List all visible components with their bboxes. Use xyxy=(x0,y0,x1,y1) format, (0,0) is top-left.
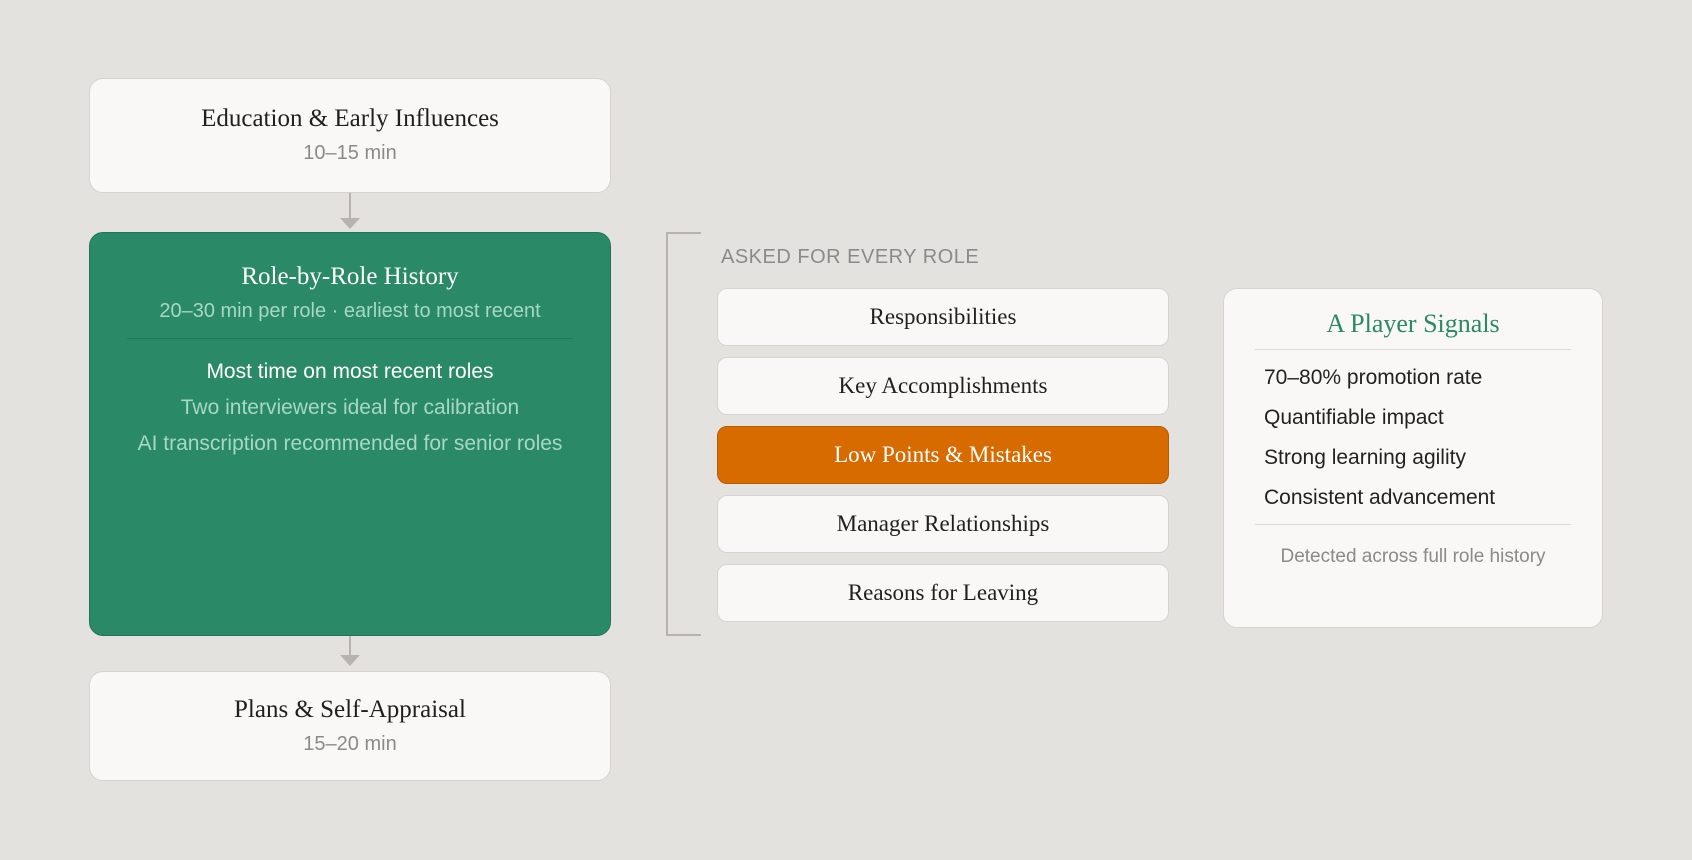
question-reasons-for-leaving: Reasons for Leaving xyxy=(717,564,1169,622)
question-key-accomplishments: Key Accomplishments xyxy=(717,357,1169,415)
signals-list: 70–80% promotion rate Quantifiable impac… xyxy=(1224,364,1602,511)
role-note: Two interviewers ideal for calibration xyxy=(180,396,520,419)
signal-item: 70–80% promotion rate xyxy=(1264,366,1483,389)
arrow-down-icon xyxy=(340,218,360,229)
divider xyxy=(1255,524,1571,525)
divider xyxy=(127,338,573,339)
stage-role-history-card: Role-by-Role History 20–30 min per role … xyxy=(89,232,611,636)
signals-title: A Player Signals xyxy=(1326,309,1500,338)
signals-footer: Detected across full role history xyxy=(1280,546,1546,567)
stage-education-duration: 10–15 min xyxy=(303,142,397,164)
stage-plans-title: Plans & Self-Appraisal xyxy=(234,696,466,723)
role-note: Most time on most recent roles xyxy=(206,360,494,383)
questions-section-label: ASKED FOR EVERY ROLE xyxy=(721,246,980,268)
role-note: AI transcription recommended for senior … xyxy=(137,432,563,455)
stage-education-title: Education & Early Influences xyxy=(201,105,499,132)
signals-card: A Player Signals 70–80% promotion rate Q… xyxy=(1223,288,1603,628)
stage-role-history-title: Role-by-Role History xyxy=(241,263,459,290)
connector-line-top xyxy=(349,193,351,219)
question-low-points-highlighted: Low Points & Mistakes xyxy=(717,426,1169,484)
signal-item: Consistent advancement xyxy=(1264,486,1496,509)
stage-plans-card: Plans & Self-Appraisal 15–20 min xyxy=(89,671,611,781)
question-responsibilities: Responsibilities xyxy=(717,288,1169,346)
signal-item: Quantifiable impact xyxy=(1264,406,1444,429)
question-manager-relationships: Manager Relationships xyxy=(717,495,1169,553)
stage-role-history-subtitle: 20–30 min per role · earliest to most re… xyxy=(159,300,541,322)
connector-line-bottom xyxy=(349,636,351,656)
signal-item: Strong learning agility xyxy=(1264,446,1466,469)
stage-education-card: Education & Early Influences 10–15 min xyxy=(89,78,611,193)
bracket-connector xyxy=(666,232,701,636)
stage-plans-duration: 15–20 min xyxy=(303,733,397,755)
arrow-down-icon xyxy=(340,655,360,666)
divider xyxy=(1255,349,1571,350)
